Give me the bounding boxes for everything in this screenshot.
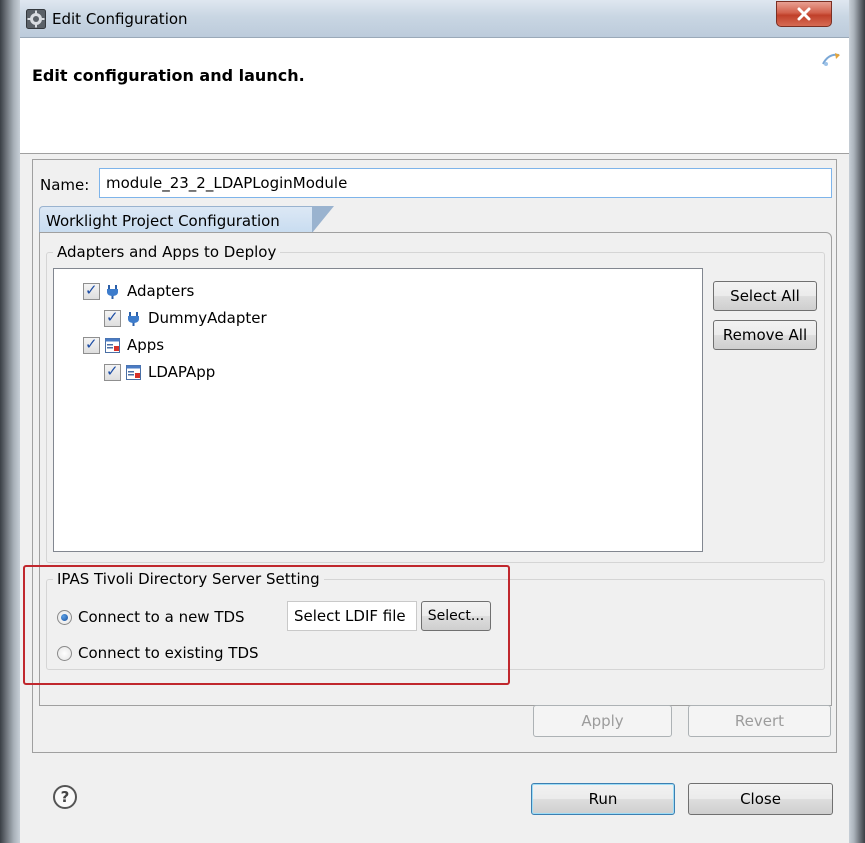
tree-item-label: DummyAdapter [148,309,267,327]
dialog-header: Edit configuration and launch. [20,38,849,154]
tds-setting-group: IPAS Tivoli Directory Server Setting Con… [46,570,825,670]
configuration-panel: Name: Worklight Project Configuration Ad… [32,159,837,753]
tab-label: Worklight Project Configuration [46,212,280,230]
deploy-group: Adapters and Apps to Deploy Adapters [46,243,825,563]
edit-configuration-dialog: Edit Configuration Edit configuration an… [20,0,849,843]
tree-item-label: Adapters [127,282,195,300]
radio-connect-new-tds[interactable]: Connect to a new TDS [57,608,245,626]
title-bar[interactable]: Edit Configuration [20,0,849,38]
eclipse-gear-icon [26,9,46,29]
deploy-group-title: Adapters and Apps to Deploy [53,243,281,261]
launch-banner-icon [822,53,840,66]
radio-label-existing: Connect to existing TDS [78,644,259,662]
checkbox-dummyadapter[interactable] [104,308,121,327]
close-icon [797,7,811,21]
tree-item-apps[interactable]: Apps [83,334,164,356]
checkbox-apps[interactable] [83,335,100,354]
apply-button[interactable]: Apply [533,705,672,737]
name-label: Name: [40,176,90,194]
tab-folder: Worklight Project Configuration Adapters… [39,206,832,706]
window-close-button[interactable] [776,1,832,27]
app-icon [105,337,120,353]
run-button[interactable]: Run [531,783,675,815]
app-icon [126,364,141,380]
tree-item-adapters[interactable]: Adapters [83,280,194,302]
adapter-icon [128,311,139,326]
checkbox-adapters[interactable] [83,281,100,300]
remove-all-button[interactable]: Remove All [713,320,817,350]
window-frame-right [849,0,865,843]
revert-button[interactable]: Revert [688,705,831,737]
name-field[interactable] [99,168,832,198]
radio-button-new[interactable] [57,609,72,625]
close-button[interactable]: Close [688,783,833,815]
tree-item-dummyadapter[interactable]: DummyAdapter [104,307,267,329]
help-icon[interactable]: ? [53,785,77,809]
tab-content: Adapters and Apps to Deploy Adapters [39,232,832,706]
select-all-button[interactable]: Select All [713,281,817,311]
ldif-file-field[interactable] [287,601,417,631]
adapter-icon [107,284,118,299]
tab-worklight-project-configuration[interactable]: Worklight Project Configuration [39,206,334,233]
radio-label-new: Connect to a new TDS [78,608,245,626]
select-ldif-button[interactable]: Select... [421,601,491,631]
dialog-heading: Edit configuration and launch. [32,66,305,85]
tree-item-ldapapp[interactable]: LDAPApp [104,361,215,383]
checkbox-ldapapp[interactable] [104,362,121,381]
tree-item-label: Apps [127,336,165,354]
deploy-tree[interactable]: Adapters DummyAdapter [53,268,703,552]
radio-connect-existing-tds[interactable]: Connect to existing TDS [57,644,259,662]
tds-group-title: IPAS Tivoli Directory Server Setting [53,570,324,588]
window-title: Edit Configuration [52,10,188,28]
tree-item-label: LDAPApp [148,363,216,381]
radio-button-existing[interactable] [57,645,72,661]
window-frame-left [0,0,20,843]
